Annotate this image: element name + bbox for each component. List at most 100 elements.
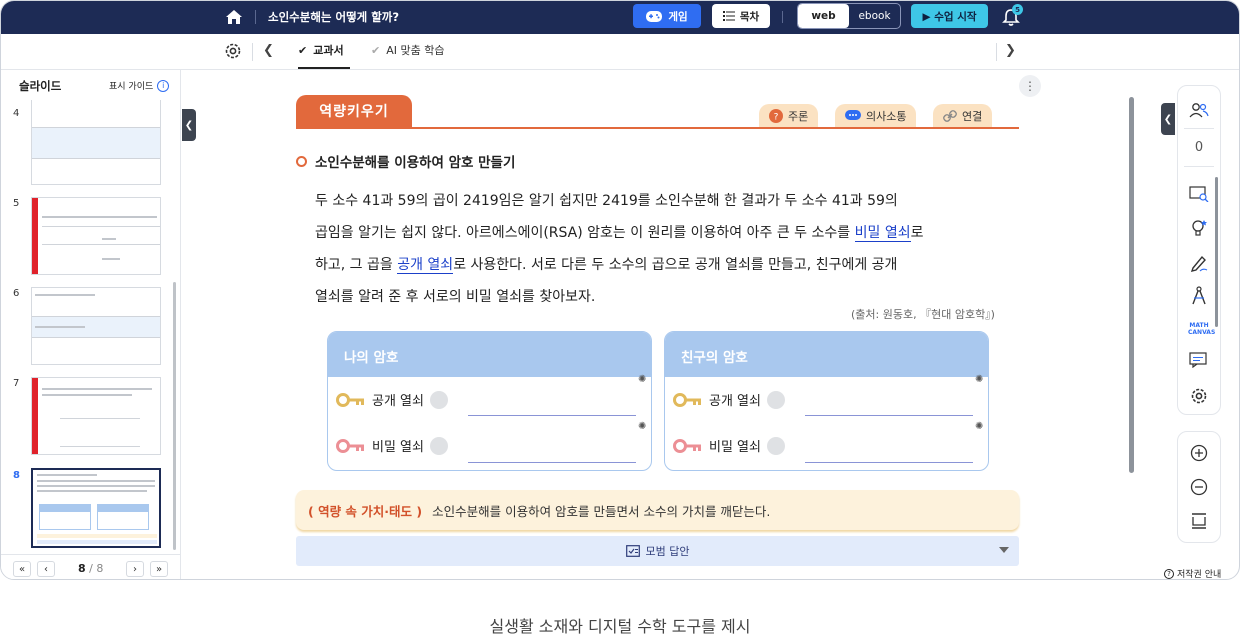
- next-page-button[interactable]: ❯: [1005, 43, 1016, 58]
- game-button[interactable]: 게임: [633, 4, 701, 28]
- banner-underline: [296, 127, 1019, 129]
- divider: [252, 43, 253, 61]
- collapse-sidebar-button[interactable]: ❮: [182, 109, 196, 141]
- secret-key-row: 비밀 열쇠: [336, 436, 448, 455]
- divider: [1184, 128, 1214, 129]
- display-guide-link[interactable]: 표시 가이드 i: [109, 79, 170, 92]
- page-indicator: 8 / 8: [78, 562, 103, 575]
- model-answer-toggle[interactable]: 모범 답안: [296, 536, 1019, 566]
- slide-number: 7: [13, 378, 20, 389]
- public-key-input[interactable]: [468, 415, 636, 416]
- divider: [1184, 166, 1214, 167]
- secret-key-input[interactable]: [468, 462, 636, 463]
- check-icon: ✔: [298, 43, 308, 57]
- public-key-label: 공개 열쇠: [372, 394, 424, 409]
- more-options-button[interactable]: ⋮: [1019, 75, 1041, 97]
- public-key-row: 공개 열쇠: [336, 390, 448, 409]
- slide-thumbnail-5[interactable]: [31, 197, 161, 275]
- math-canvas-tool[interactable]: MATH CANVAS: [1178, 322, 1220, 336]
- pencil-icon[interactable]: [429, 390, 448, 409]
- key-icon: [673, 392, 701, 407]
- view-ebook-option[interactable]: ebook: [849, 4, 900, 28]
- paragraph-text: 로 사용한다. 서로 다른 두 소수의 곱으로 공개 열쇠를 만들고, 친구에게…: [453, 257, 898, 273]
- thumb-text: [35, 326, 85, 328]
- zoom-out-icon: [1190, 478, 1208, 496]
- thumb-text: [102, 258, 120, 260]
- game-label: 게임: [668, 10, 688, 23]
- comment-tool[interactable]: [1178, 352, 1220, 368]
- math-canvas-label: MATH CANVAS: [1188, 322, 1216, 336]
- sparkle-icon[interactable]: ✺: [975, 421, 983, 432]
- answer-sheet-icon: [625, 545, 640, 557]
- slide-thumbnail-6[interactable]: [31, 287, 161, 365]
- sidebar-scrollbar[interactable]: [173, 282, 176, 550]
- public-key-row: 공개 열쇠: [673, 390, 785, 409]
- screen-search-tool[interactable]: [1178, 186, 1220, 202]
- zoom-in-button[interactable]: [1178, 444, 1220, 462]
- card-title: 친구의 암호: [665, 332, 988, 377]
- tool-settings-button[interactable]: [1178, 386, 1220, 406]
- gamepad-icon: [646, 10, 663, 22]
- compass-tool[interactable]: [1178, 286, 1220, 306]
- chevron-right-icon: ❯: [1005, 43, 1016, 58]
- top-bar: 소인수분해는 어떻게 할까? 게임 목차 web ebook ▶ 수업 시작 5: [1, 1, 1239, 34]
- slide-thumbnail-4[interactable]: [31, 100, 161, 185]
- sparkle-icon[interactable]: ✺: [638, 421, 646, 432]
- content-scrollbar[interactable]: [1129, 97, 1134, 473]
- heading-text: 소인수분해를 이용하여 암호 만들기: [315, 155, 516, 171]
- toc-label: 목차: [739, 10, 760, 23]
- thumb-line: [60, 446, 140, 447]
- public-key-input[interactable]: [805, 415, 973, 416]
- tag-connection: 연결: [933, 104, 993, 127]
- view-web-option[interactable]: web: [798, 4, 849, 28]
- fit-height-icon: [1192, 513, 1206, 529]
- next-slide-button[interactable]: ›: [126, 561, 144, 577]
- settings-button[interactable]: [223, 41, 243, 61]
- chevron-left-icon: ❮: [184, 119, 194, 131]
- start-class-button[interactable]: ▶ 수업 시작: [911, 4, 988, 28]
- thumb-line: [42, 244, 160, 245]
- public-key-label: 공개 열쇠: [709, 394, 761, 409]
- toc-button[interactable]: 목차: [712, 4, 770, 28]
- zoom-out-button[interactable]: [1178, 478, 1220, 496]
- prev-page-button[interactable]: ❮: [263, 43, 274, 58]
- info-icon: i: [157, 79, 170, 92]
- thumb-text: [35, 294, 95, 296]
- last-page-button[interactable]: »: [150, 561, 168, 577]
- fit-height-button[interactable]: [1178, 512, 1220, 530]
- key-icon: [336, 438, 364, 453]
- secret-key-label: 비밀 열쇠: [709, 440, 761, 455]
- slide-thumbnail-7[interactable]: [31, 377, 161, 455]
- paragraph-text: 곱임을 알기는 쉽지 않다. 아르에스에이(RSA) 암호는 이 원리를 이용하…: [315, 225, 855, 241]
- home-button[interactable]: [221, 4, 247, 30]
- pencil-icon[interactable]: [429, 436, 448, 455]
- users-icon: [1189, 103, 1209, 118]
- copyright-link[interactable]: ? 저작권 안내: [1164, 567, 1221, 579]
- tab-textbook[interactable]: ✔ 교과서: [298, 42, 344, 58]
- pencil-icon[interactable]: [766, 436, 785, 455]
- thumb-card: [97, 504, 149, 530]
- participant-count: 0: [1194, 140, 1204, 155]
- collapse-tools-button[interactable]: ❮: [1161, 103, 1175, 135]
- slide-list[interactable]: 4 5 6 7 8: [1, 100, 177, 552]
- slide-thumbnail-8[interactable]: [31, 468, 161, 548]
- tool-scrollbar[interactable]: [1215, 177, 1218, 327]
- sparkle-icon[interactable]: ✺: [975, 374, 983, 385]
- thumb-value: [37, 534, 157, 538]
- public-key-term[interactable]: 공개 열쇠: [397, 257, 454, 274]
- pen-tool[interactable]: [1178, 254, 1220, 272]
- participants-button[interactable]: [1178, 102, 1220, 118]
- secret-key-input[interactable]: [805, 462, 973, 463]
- secret-key-term[interactable]: 비밀 열쇠: [854, 225, 911, 242]
- hint-tool[interactable]: [1178, 219, 1220, 237]
- source-citation: (출처: 원동호, 『현대 암호학』): [851, 308, 995, 321]
- sub-toolbar: ❮ ✔ 교과서 ✔ AI 맞춤 학습 ❯: [1, 34, 1239, 70]
- tab-ai-learning[interactable]: ✔ AI 맞춤 학습: [371, 42, 444, 58]
- thumb-line: [32, 127, 160, 128]
- slide-number: 6: [13, 288, 20, 299]
- pencil-icon[interactable]: [766, 390, 785, 409]
- sparkle-icon[interactable]: ✺: [638, 374, 646, 385]
- prev-slide-button[interactable]: ‹: [37, 561, 55, 577]
- key-icon: [336, 392, 364, 407]
- first-page-button[interactable]: «: [13, 561, 31, 577]
